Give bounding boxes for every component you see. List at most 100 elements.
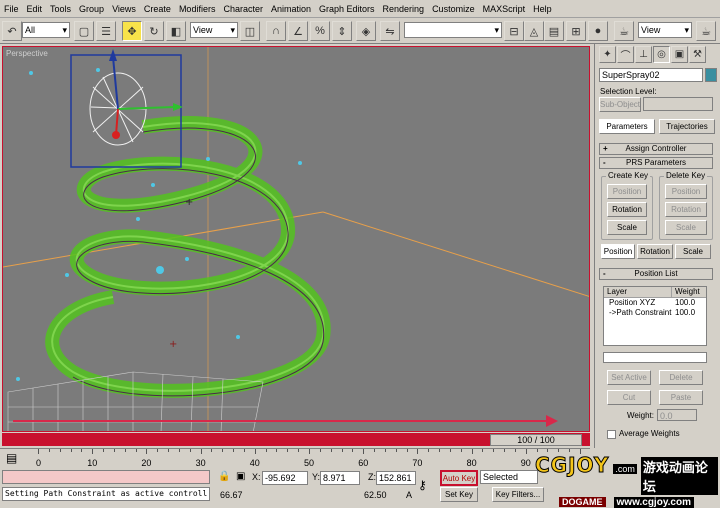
select-scale-icon[interactable]: ◧ [166,21,186,41]
menu-item-rendering[interactable]: Rendering [383,4,425,14]
layer-name-field[interactable] [603,352,707,363]
ruler-minor-tick [449,449,451,452]
percent-snap-icon[interactable]: % [310,21,330,41]
track-bar-icon[interactable]: ▤ [6,451,17,465]
time-slider-thumb[interactable]: 100 / 100 [490,434,582,446]
menu-item-character[interactable]: Character [223,4,263,14]
select-by-name-icon[interactable]: ☰ [96,21,116,41]
mirror-icon[interactable]: ⇋ [380,21,400,41]
paste-button[interactable]: Paste [659,390,703,405]
schematic-view-icon[interactable]: ⊞ [566,21,586,41]
modify-tab-icon[interactable]: ⌒ [617,46,634,63]
y-coordinate-field[interactable]: 8.971 [320,471,360,485]
prs-rotation-button[interactable]: Rotation [637,244,673,259]
utilities-tab-icon[interactable]: ⚒ [689,46,706,63]
delete-scale-label: Scale [675,223,696,232]
create-tab-icon[interactable]: ✦ [599,46,616,63]
delete-button[interactable]: Delete [659,370,703,385]
menu-item-graph-editors[interactable]: Graph Editors [319,4,375,14]
lock-icon[interactable]: 🔒 [218,471,230,482]
cut-button[interactable]: Cut [607,390,651,405]
material-editor-icon[interactable]: ● [588,21,608,41]
normal-align-icon[interactable]: ◬ [524,21,544,41]
undo-icon[interactable]: ↶ [2,21,22,41]
assign-controller-rollout[interactable]: + Assign Controller [599,143,713,155]
maxscript-listener-top[interactable] [2,470,210,484]
create-position-key-button[interactable]: Position [607,184,647,199]
delete-position-key-button[interactable]: Position [665,184,707,199]
perspective-viewport[interactable]: Perspective + + [2,46,590,432]
key-mode-dropdown[interactable]: Selected [480,470,538,484]
select-move-icon[interactable]: ✥ [122,21,142,41]
auto-key-button[interactable]: Auto Key [440,470,478,486]
menu-item-customize[interactable]: Customize [432,4,475,14]
render-scene-icon[interactable]: ☕ [614,21,634,41]
delete-rotation-key-button[interactable]: Rotation [665,202,707,217]
reference-coord-dropdown[interactable]: View [190,22,238,38]
key-filters-label: Key Filters... [495,490,541,499]
list-item[interactable]: ->Path Constraint 100.0 [604,308,706,318]
create-rotation-key-button[interactable]: Rotation [607,202,647,217]
object-color-swatch[interactable] [705,68,717,82]
viewport-label[interactable]: Perspective [6,49,48,58]
hierarchy-tab-icon[interactable]: ⊥ [635,46,652,63]
set-key-label: Set Key [444,490,473,499]
edit-named-selection-icon[interactable]: ◈ [356,21,376,41]
render-type-dropdown[interactable]: View [638,22,692,38]
weight-spinner[interactable]: 0.0 [657,409,697,421]
menu-item-file[interactable]: File [4,4,19,14]
motion-tab-icon[interactable]: ◎ [653,46,670,63]
create-scale-key-button[interactable]: Scale [607,220,647,235]
track-view-icon[interactable]: ▤ [544,21,564,41]
sub-object-button[interactable]: Sub-Object [599,97,641,112]
position-list-box[interactable]: Layer Weight Position XYZ 100.0 ->Path Con… [603,286,707,346]
average-weights-checkbox[interactable] [607,430,616,439]
position-list-rollout[interactable]: - Position List [599,268,713,280]
prs-scale-button[interactable]: Scale [675,244,711,259]
display-tab-icon[interactable]: ▣ [671,46,688,63]
x-coordinate-field[interactable]: -95.692 [262,471,308,485]
ruler-tick-label: 80 [466,458,477,468]
align-icon[interactable]: ⊟ [504,21,524,41]
menu-item-tools[interactable]: Tools [50,4,71,14]
select-rotate-icon[interactable]: ↻ [144,21,164,41]
col-layer-header[interactable]: Layer [604,287,672,297]
menu-item-help[interactable]: Help [533,4,552,14]
list-item[interactable]: Position XYZ 100.0 [604,298,706,308]
angle-snap-icon[interactable]: ∠ [288,21,308,41]
menu-item-modifiers[interactable]: Modifiers [179,4,216,14]
menu-item-views[interactable]: Views [112,4,136,14]
delete-scale-key-button[interactable]: Scale [665,220,707,235]
quick-render-icon[interactable]: ☕ [696,21,716,41]
time-counter: 100 / 100 [517,435,555,445]
auto-key-label: Auto Key [442,474,476,483]
col-weight-header[interactable]: Weight [672,287,706,297]
track-bar[interactable]: ▤ 0 10 20 30 40 50 60 70 80 90 [0,448,590,468]
sub-object-dropdown[interactable] [643,97,713,111]
menu-item-maxscript[interactable]: MAXScript [483,4,526,14]
list-rows: Position XYZ 100.0 ->Path Constraint 100.0 [604,298,706,318]
spinner-snap-icon[interactable]: ⇕ [332,21,352,41]
selection-filter-dropdown[interactable]: All [22,22,70,38]
object-name-field[interactable]: SuperSpray02 [599,68,703,82]
snap-toggle-icon[interactable]: ∩ [266,21,286,41]
absolute-mode-icon[interactable]: ▣ [236,471,245,482]
trajectories-tab-button[interactable]: Trajectories [659,119,715,134]
menu-item-animation[interactable]: Animation [271,4,311,14]
named-selection-dropdown[interactable] [404,22,502,38]
set-active-button[interactable]: Set Active [607,370,651,385]
z-coordinate-field[interactable]: 152.861 [376,471,416,485]
menu-item-create[interactable]: Create [144,4,171,14]
set-key-button[interactable]: Set Key [440,487,478,502]
cgjoy-logo: CGJOY [534,452,610,477]
pivot-center-icon[interactable]: ◫ [240,21,260,41]
parameters-tab-button[interactable]: Parameters [599,119,655,134]
collapse-sign: - [603,269,606,278]
prs-parameters-rollout[interactable]: - PRS Parameters [599,157,713,169]
list-item-layer: ->Path Constraint [609,308,672,317]
select-object-icon[interactable]: ▢ [74,21,94,41]
menu-item-edit[interactable]: Edit [27,4,43,14]
menu-item-group[interactable]: Group [79,4,104,14]
prs-position-button[interactable]: Position [601,244,635,259]
key-icon[interactable]: ⚷ [418,478,427,492]
